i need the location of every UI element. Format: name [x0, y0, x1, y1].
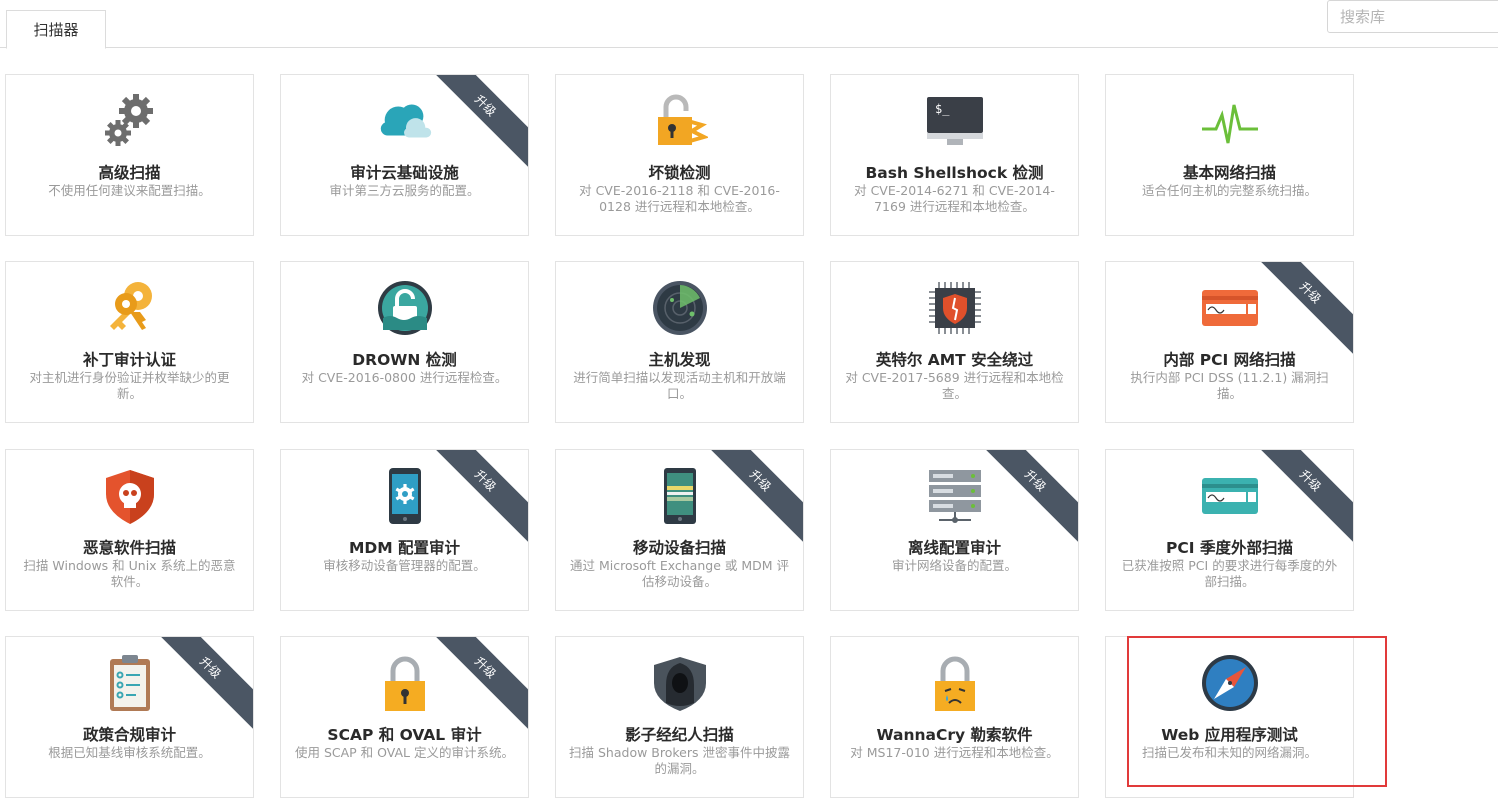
phone-scan-icon: [650, 464, 710, 528]
scan-card-shellshock[interactable]: $_ Bash Shellshock 检测 对 CVE-2014-6271 和 …: [830, 74, 1079, 236]
card-title: 影子经纪人扫描: [625, 726, 734, 744]
scan-card-intel-amt[interactable]: 英特尔 AMT 安全绕过 对 CVE-2017-5689 进行远程和本地检查。: [830, 261, 1079, 423]
compass-icon: [1200, 651, 1260, 715]
svg-text:$_: $_: [935, 102, 950, 116]
card-title: 高级扫描: [98, 164, 161, 182]
scan-card-drown[interactable]: DROWN 检测 对 CVE-2016-0800 进行远程检查。: [280, 261, 529, 423]
card-description: 审计网络设备的配置。: [891, 558, 1017, 573]
search-library-input[interactable]: [1327, 0, 1498, 33]
card-title: WannaCry 勒索软件: [876, 726, 1033, 744]
card-title: 英特尔 AMT 安全绕过: [875, 351, 1034, 369]
terminal-monitor-icon: $_: [925, 89, 985, 153]
card-title: 政策合规审计: [82, 726, 176, 744]
scan-card-cloud-audit[interactable]: 审计云基础设施 审计第三方云服务的配置。 升级: [280, 74, 529, 236]
card-description: 扫描 Windows 和 Unix 系统上的恶意软件。: [23, 558, 236, 589]
padlock-icon: [375, 651, 435, 715]
card-title: 基本网络扫描: [1182, 164, 1276, 182]
card-title: 恶意软件扫描: [82, 539, 176, 557]
upgrade-ribbon: 升级: [144, 637, 253, 734]
card-description: 执行内部 PCI DSS (11.2.1) 漏洞扫描。: [1130, 370, 1329, 401]
card-description: 对 CVE-2016-2118 和 CVE-2016-0128 进行远程和本地检…: [579, 183, 780, 214]
scan-card-malware[interactable]: 恶意软件扫描 扫描 Windows 和 Unix 系统上的恶意软件。: [5, 449, 254, 611]
upgrade-ribbon: 升级: [1244, 262, 1353, 359]
clipboard-icon: [100, 651, 160, 715]
scan-card-basic-network[interactable]: 基本网络扫描 适合任何主机的完整系统扫描。: [1105, 74, 1354, 236]
card-title: 移动设备扫描: [632, 539, 726, 557]
server-icon: [925, 464, 985, 528]
card-description: 通过 Microsoft Exchange 或 MDM 评估移动设备。: [569, 558, 790, 589]
card-description: 审计第三方云服务的配置。: [329, 183, 480, 198]
scan-card-policy-compliance[interactable]: 政策合规审计 根据已知基线审核系统配置。 升级: [5, 636, 254, 798]
card-description: 对 CVE-2016-0800 进行远程检查。: [301, 370, 508, 385]
card-title: 审计云基础设施: [350, 164, 459, 182]
card-description: 根据已知基线审核系统配置。: [48, 745, 211, 760]
scan-card-patch-audit[interactable]: 补丁审计认证 对主机进行身份验证并枚举缺少的更新。: [5, 261, 254, 423]
drown-lock-icon: [375, 276, 435, 340]
scan-card-pci-external[interactable]: PCI 季度外部扫描 已获准按照 PCI 的要求进行每季度的外部扫描。 升级: [1105, 449, 1354, 611]
card-description: 不使用任何建议来配置扫描。: [48, 183, 211, 198]
upgrade-ribbon: 升级: [694, 450, 803, 547]
card-title: PCI 季度外部扫描: [1166, 539, 1293, 557]
tab-bar: 扫描器: [0, 0, 1498, 49]
credit-card-teal-icon: [1200, 464, 1260, 528]
scan-card-web-app[interactable]: Web 应用程序测试 扫描已发布和未知的网络漏洞。: [1105, 636, 1354, 798]
card-description: 对 CVE-2014-6271 和 CVE-2014-7169 进行远程和本地检…: [854, 183, 1055, 214]
card-description: 进行简单扫描以发现活动主机和开放端口。: [573, 370, 786, 401]
card-description: 已获准按照 PCI 的要求进行每季度的外部扫描。: [1121, 558, 1338, 589]
upgrade-ribbon: 升级: [1244, 450, 1353, 547]
keys-icon: [100, 276, 160, 340]
phone-gear-icon: [375, 464, 435, 528]
hooded-figure-icon: [650, 651, 710, 715]
upgrade-ribbon: 升级: [419, 75, 528, 172]
scan-card-host-discovery[interactable]: 主机发现 进行简单扫描以发现活动主机和开放端口。: [555, 261, 804, 423]
scan-card-scap-oval[interactable]: SCAP 和 OVAL 审计 使用 SCAP 和 OVAL 定义的审计系统。 升…: [280, 636, 529, 798]
card-title: 内部 PCI 网络扫描: [1163, 351, 1296, 369]
scan-card-wannacry[interactable]: WannaCry 勒索软件 对 MS17-010 进行远程和本地检查。: [830, 636, 1079, 798]
card-title: 坏锁检测: [648, 164, 711, 182]
card-description: 审核移动设备管理器的配置。: [323, 558, 486, 573]
scan-card-badlock[interactable]: 坏锁检测 对 CVE-2016-2118 和 CVE-2016-0128 进行远…: [555, 74, 804, 236]
card-description: 对 MS17-010 进行远程和本地检查。: [850, 745, 1059, 760]
card-description: 对 CVE-2017-5689 进行远程和本地检查。: [845, 370, 1064, 401]
broken-lock-icon: [650, 89, 710, 153]
card-title: 补丁审计认证: [82, 351, 176, 369]
card-description: 对主机进行身份验证并枚举缺少的更新。: [29, 370, 230, 401]
cloud-icon: [375, 89, 435, 153]
scan-card-advanced[interactable]: 高级扫描 不使用任何建议来配置扫描。: [5, 74, 254, 236]
scan-card-mobile-device[interactable]: 移动设备扫描 通过 Microsoft Exchange 或 MDM 评估移动设…: [555, 449, 804, 611]
scan-card-offline-config[interactable]: 离线配置审计 审计网络设备的配置。 升级: [830, 449, 1079, 611]
card-title: Web 应用程序测试: [1161, 726, 1298, 744]
tab-scanners[interactable]: 扫描器: [6, 10, 106, 49]
card-description: 使用 SCAP 和 OVAL 定义的审计系统。: [294, 745, 515, 760]
upgrade-ribbon: 升级: [969, 450, 1078, 547]
crying-lock-icon: [925, 651, 985, 715]
card-title: SCAP 和 OVAL 审计: [327, 726, 482, 744]
card-description: 扫描 Shadow Brokers 泄密事件中披露的漏洞。: [569, 745, 790, 776]
scan-card-mdm-audit[interactable]: MDM 配置审计 审核移动设备管理器的配置。 升级: [280, 449, 529, 611]
credit-card-orange-icon: [1200, 276, 1260, 340]
skull-shield-icon: [100, 464, 160, 528]
gears-icon: [100, 89, 160, 153]
scan-card-shadow-brokers[interactable]: 影子经纪人扫描 扫描 Shadow Brokers 泄密事件中披露的漏洞。: [555, 636, 804, 798]
card-title: Bash Shellshock 检测: [865, 164, 1044, 182]
card-description: 适合任何主机的完整系统扫描。: [1141, 183, 1317, 198]
card-title: MDM 配置审计: [348, 539, 461, 557]
chip-shield-icon: [925, 276, 985, 340]
card-title: DROWN 检测: [352, 351, 457, 369]
card-title: 离线配置审计: [907, 539, 1001, 557]
scan-card-internal-pci[interactable]: 内部 PCI 网络扫描 执行内部 PCI DSS (11.2.1) 漏洞扫描。 …: [1105, 261, 1354, 423]
radar-icon: [650, 276, 710, 340]
upgrade-ribbon: 升级: [419, 637, 528, 734]
card-description: 扫描已发布和未知的网络漏洞。: [1141, 745, 1317, 760]
pulse-icon: [1200, 89, 1260, 153]
card-title: 主机发现: [648, 351, 711, 369]
upgrade-ribbon: 升级: [419, 450, 528, 547]
